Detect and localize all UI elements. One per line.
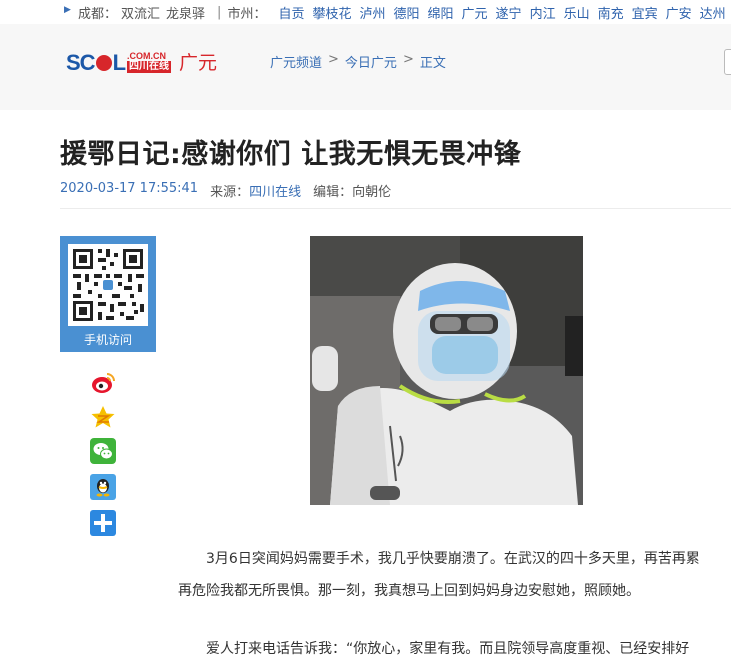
editor-name: 向朝伦: [352, 185, 392, 200]
qr-label: 手机访问: [83, 333, 132, 347]
city-link-dazhou[interactable]: 达州: [700, 3, 726, 22]
city-link-deyang[interactable]: 德阳: [394, 3, 420, 22]
breadcrumb-separator: >: [328, 52, 339, 67]
divider: |: [217, 5, 222, 20]
qzone-icon[interactable]: [90, 404, 116, 430]
city-link-luzhou[interactable]: 泸州: [359, 3, 385, 22]
city-link-guangan[interactable]: 广安: [666, 3, 692, 22]
logo-subtext: .COM.CN 四川在线: [127, 51, 172, 73]
logo-wordmark: SC L: [66, 50, 126, 75]
search-input[interactable]: [724, 49, 731, 75]
site-header: SC L .COM.CN 四川在线 广元 广元频道 > 今日广元 > 正文: [0, 24, 731, 110]
city-link-leshan[interactable]: 乐山: [564, 3, 590, 22]
city-link-guangyuan[interactable]: 广元: [462, 3, 488, 22]
city-link-nanchong[interactable]: 南充: [598, 3, 624, 22]
city-link-panzhihua[interactable]: 攀枝花: [312, 3, 351, 22]
city-link-zigong[interactable]: 自贡: [278, 3, 304, 22]
logo-cn-name: 四川在线: [127, 61, 172, 73]
article-source: 来源：四川在线: [210, 181, 301, 200]
channel-name: 广元: [179, 52, 218, 74]
city-link-longquanyi[interactable]: 龙泉驿: [166, 3, 205, 22]
article-title: 援鄂日记:感谢你们 让我无惧无畏冲锋: [60, 139, 522, 170]
more-share-icon[interactable]: [90, 510, 116, 536]
article-meta: 2020-03-17 17:55:41 来源：四川在线 编辑：向朝伦: [60, 181, 391, 200]
mobile-qr-box[interactable]: 手机访问: [60, 236, 156, 352]
editor-label: 编辑：: [313, 185, 353, 200]
logo-dot-icon: [95, 55, 112, 71]
city-nav-row: 成都： 双流汇 龙泉驿 | 市州： 自贡 攀枝花 泸州 德阳 绵阳 广元 遂宁 …: [78, 3, 731, 22]
city-label: 市州：: [227, 7, 267, 22]
qq-icon[interactable]: [90, 474, 116, 500]
city-link-yibin[interactable]: 宜宾: [632, 3, 658, 22]
city-link-suining[interactable]: 遂宁: [496, 3, 522, 22]
chengdu-label: 成都：: [78, 7, 118, 22]
breadcrumb-channel[interactable]: 广元频道: [270, 52, 322, 71]
article-editor: 编辑：向朝伦: [313, 181, 391, 200]
article-photo: [310, 236, 583, 505]
city-link-mianyang[interactable]: 绵阳: [428, 3, 454, 22]
triangle-icon: ▶: [64, 5, 71, 15]
wechat-icon[interactable]: [90, 438, 116, 464]
breadcrumb-today[interactable]: 今日广元: [345, 52, 397, 71]
city-nav-bar: ▶ 成都： 双流汇 龙泉驿 | 市州： 自贡 攀枝花 泸州 德阳 绵阳 广元 遂…: [0, 0, 731, 24]
publish-date: 2020-03-17 17:55:41: [60, 181, 199, 196]
site-logo[interactable]: SC L .COM.CN 四川在线 广元: [66, 50, 218, 75]
article-paragraph: 爱人打来电话告诉我：“你放心，家里有我。而且院领导高度重视、已经安排好: [206, 641, 690, 657]
weibo-icon[interactable]: [90, 370, 116, 396]
city-link-neijiang[interactable]: 内江: [530, 3, 556, 22]
breadcrumb-separator: >: [402, 52, 414, 67]
header-divider: [60, 208, 731, 209]
breadcrumb-current[interactable]: 正文: [420, 52, 446, 71]
breadcrumb: 广元频道 > 今日广元 > 正文: [270, 52, 446, 71]
source-link[interactable]: 四川在线: [249, 185, 301, 200]
qr-code-icon: [68, 244, 148, 326]
logo-domain: .COM.CN: [127, 51, 167, 61]
city-link-shuangliu[interactable]: 双流汇: [121, 3, 160, 22]
source-label: 来源：: [210, 185, 250, 200]
article-paragraph: 再危险我都无所畏惧。那一刻，我真想马上回到妈妈身边安慰她，照顾她。: [178, 583, 640, 599]
article-paragraph: 3月6日突闻妈妈需要手术，我几乎快要崩溃了。在武汉的四十多天里，再苦再累: [206, 551, 700, 567]
